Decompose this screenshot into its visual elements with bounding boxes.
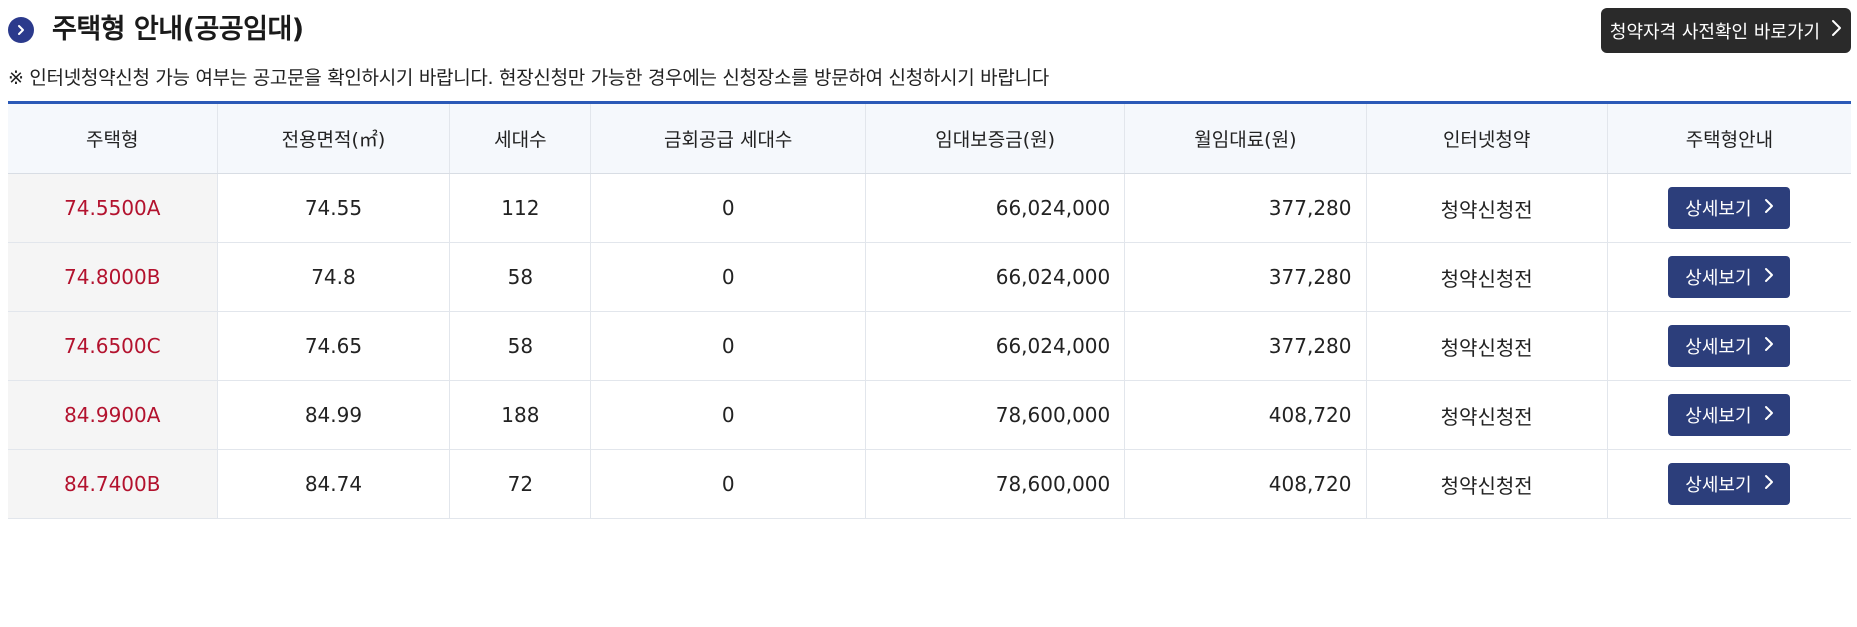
cell-rent: 408,720 <box>1124 449 1367 519</box>
detail-button-label: 상세보기 <box>1685 406 1752 427</box>
cell-detail: 상세보기 <box>1606 311 1851 381</box>
cell-households: 58 <box>449 242 591 312</box>
detail-button-label: 상세보기 <box>1685 199 1752 220</box>
cell-type: 74.6500C <box>8 311 218 381</box>
detail-button[interactable]: 상세보기 <box>1668 463 1791 505</box>
cell-households: 112 <box>449 173 591 243</box>
cell-status: 청약신청전 <box>1365 449 1608 519</box>
cell-deposit: 66,024,000 <box>865 311 1125 381</box>
cell-type: 84.9900A <box>8 380 218 450</box>
table-row: 74.6500C 74.65 58 0 66,024,000 377,280 청… <box>8 311 1851 381</box>
cell-rent: 377,280 <box>1124 173 1367 243</box>
table-row: 74.5500A 74.55 112 0 66,024,000 377,280 … <box>8 173 1851 243</box>
cell-supply: 0 <box>590 242 866 312</box>
cell-supply: 0 <box>590 311 866 381</box>
detail-button[interactable]: 상세보기 <box>1668 325 1791 367</box>
chevron-right-circle-icon <box>8 17 34 43</box>
cell-households: 72 <box>449 449 591 519</box>
header-supply: 금회공급 세대수 <box>590 102 866 174</box>
chevron-right-icon <box>1764 267 1774 288</box>
cell-area: 74.65 <box>216 311 450 381</box>
cell-status: 청약신청전 <box>1365 242 1608 312</box>
cell-deposit: 78,600,000 <box>865 449 1125 519</box>
cell-detail: 상세보기 <box>1606 173 1851 243</box>
cell-status: 청약신청전 <box>1365 311 1608 381</box>
table-row: 84.7400B 84.74 72 0 78,600,000 408,720 청… <box>8 449 1851 519</box>
notice-text: ※ 인터넷청약신청 가능 여부는 공고문을 확인하시기 바랍니다. 현장신청만 … <box>8 67 1049 89</box>
header-internet-apply: 인터넷청약 <box>1365 102 1608 174</box>
cell-status: 청약신청전 <box>1365 380 1608 450</box>
cell-area: 84.74 <box>216 449 450 519</box>
cell-rent: 377,280 <box>1124 311 1367 381</box>
detail-button[interactable]: 상세보기 <box>1668 256 1791 298</box>
cell-area: 84.99 <box>216 380 450 450</box>
cell-type: 74.8000B <box>8 242 218 312</box>
header-type: 주택형 <box>8 102 218 174</box>
header-deposit: 임대보증금(원) <box>865 102 1125 174</box>
cell-detail: 상세보기 <box>1606 242 1851 312</box>
chevron-right-icon <box>1830 19 1842 42</box>
cell-type: 74.5500A <box>8 173 218 243</box>
cell-households: 188 <box>449 380 591 450</box>
cell-deposit: 66,024,000 <box>865 173 1125 243</box>
cell-supply: 0 <box>590 380 866 450</box>
cell-supply: 0 <box>590 173 866 243</box>
header-type-guide: 주택형안내 <box>1606 102 1851 174</box>
cell-detail: 상세보기 <box>1606 449 1851 519</box>
cell-area: 74.55 <box>216 173 450 243</box>
cell-rent: 408,720 <box>1124 380 1367 450</box>
table-header-row: 주택형 전용면적(㎡) 세대수 금회공급 세대수 임대보증금(원) 월임대료(원… <box>8 102 1851 174</box>
chevron-right-icon <box>1764 336 1774 357</box>
chevron-right-icon <box>1764 474 1774 495</box>
cell-status: 청약신청전 <box>1365 173 1608 243</box>
section-header: 주택형 안내(공공임대) 청약자격 사전확인 바로가기 <box>8 0 1851 62</box>
housing-type-table: 주택형 전용면적(㎡) 세대수 금회공급 세대수 임대보증금(원) 월임대료(원… <box>8 101 1851 519</box>
chevron-right-icon <box>1764 405 1774 426</box>
cell-rent: 377,280 <box>1124 242 1367 312</box>
chevron-right-icon <box>1764 198 1774 219</box>
cell-type: 84.7400B <box>8 449 218 519</box>
detail-button-label: 상세보기 <box>1685 337 1752 358</box>
cell-supply: 0 <box>590 449 866 519</box>
page-title: 주택형 안내(공공임대) <box>52 14 304 45</box>
header-rent: 월임대료(원) <box>1124 102 1367 174</box>
cell-detail: 상세보기 <box>1606 380 1851 450</box>
header-households: 세대수 <box>449 102 591 174</box>
cell-deposit: 66,024,000 <box>865 242 1125 312</box>
table-row: 74.8000B 74.8 58 0 66,024,000 377,280 청약… <box>8 242 1851 312</box>
eligibility-check-label: 청약자격 사전확인 바로가기 <box>1609 21 1821 43</box>
detail-button-label: 상세보기 <box>1685 268 1752 289</box>
cell-area: 74.8 <box>216 242 450 312</box>
detail-button[interactable]: 상세보기 <box>1668 394 1791 436</box>
table-row: 84.9900A 84.99 188 0 78,600,000 408,720 … <box>8 380 1851 450</box>
detail-button[interactable]: 상세보기 <box>1668 187 1791 229</box>
detail-button-label: 상세보기 <box>1685 475 1752 496</box>
eligibility-check-button[interactable]: 청약자격 사전확인 바로가기 <box>1601 8 1851 53</box>
cell-households: 58 <box>449 311 591 381</box>
cell-deposit: 78,600,000 <box>865 380 1125 450</box>
header-area: 전용면적(㎡) <box>216 102 450 174</box>
